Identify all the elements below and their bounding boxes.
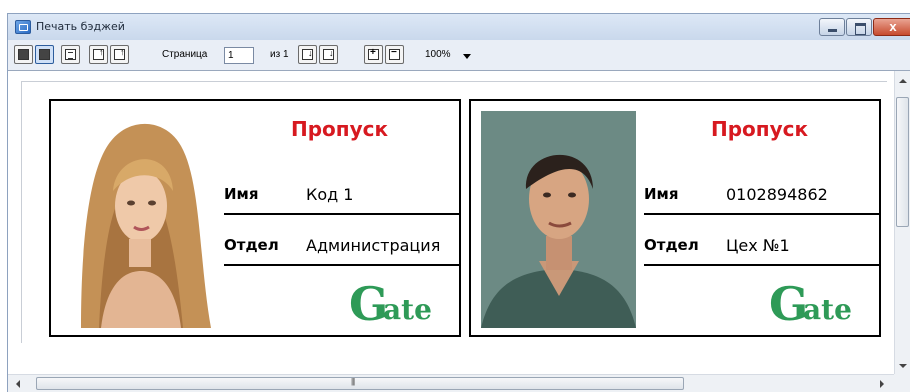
next-page-icon: [302, 48, 313, 60]
vertical-scrollbar[interactable]: [894, 71, 910, 374]
gate-logo: G ate: [349, 277, 461, 333]
logo-text: ate: [803, 293, 852, 326]
print-setup-button[interactable]: [35, 45, 54, 64]
print-badges-window: Печать бэджей x Страница из 1 100%: [7, 13, 910, 392]
printer-setup-icon: [39, 49, 50, 60]
maximize-button[interactable]: [846, 18, 872, 36]
zoom-out-icon: [389, 47, 400, 60]
zoom-in-icon: [368, 47, 379, 60]
name-label: Имя: [224, 185, 259, 203]
badge-title: Пропуск: [711, 117, 809, 141]
minimize-button[interactable]: [819, 18, 845, 36]
scroll-left-icon[interactable]: [16, 380, 20, 388]
vertical-scroll-thumb[interactable]: [896, 97, 909, 227]
zoom-value: 100%: [425, 49, 451, 60]
horizontal-scroll-thumb[interactable]: [36, 377, 684, 390]
page-icon: [65, 49, 76, 60]
first-page-icon: [93, 47, 104, 60]
prev-page-icon: [114, 47, 125, 60]
badge-card: Пропуск Имя 0102894862 Отдел Цех №1 G at…: [469, 99, 881, 337]
badge-card: Пропуск Имя Код 1 Отдел Администрация G …: [49, 99, 461, 337]
page-setup-button[interactable]: [61, 45, 80, 64]
badge-title: Пропуск: [291, 117, 389, 141]
department-value: Администрация: [306, 236, 441, 255]
page-label: Страница: [162, 49, 208, 60]
title-bar: Печать бэджей x: [8, 14, 910, 40]
chevron-down-icon: [463, 54, 471, 59]
divider: [224, 213, 461, 215]
page-number-input[interactable]: [224, 47, 254, 64]
department-label: Отдел: [644, 236, 699, 254]
logo-text: ate: [383, 293, 432, 326]
department-value: Цех №1: [726, 236, 790, 255]
app-icon: [15, 20, 31, 34]
person-photo: [481, 111, 636, 328]
name-value: 0102894862: [726, 185, 828, 204]
last-page-button[interactable]: [319, 45, 338, 64]
scroll-down-icon[interactable]: [899, 364, 907, 368]
toolbar: Страница из 1 100%: [8, 40, 910, 70]
zoom-in-button[interactable]: [364, 45, 383, 64]
last-page-icon: [323, 48, 334, 60]
divider: [644, 213, 881, 215]
preview-area: Пропуск Имя Код 1 Отдел Администрация G …: [8, 70, 910, 374]
zoom-select[interactable]: 100%: [423, 48, 473, 64]
printer-icon: [18, 49, 29, 60]
department-field: Отдел Администрация: [224, 236, 461, 256]
name-field: Имя 0102894862: [644, 185, 881, 205]
window-title: Печать бэджей: [36, 20, 125, 33]
print-page: Пропуск Имя Код 1 Отдел Администрация G …: [21, 81, 887, 343]
zoom-out-button[interactable]: [385, 45, 404, 64]
first-page-button[interactable]: [89, 45, 108, 64]
print-button[interactable]: [14, 45, 33, 64]
close-button[interactable]: x: [873, 18, 910, 36]
department-label: Отдел: [224, 236, 279, 254]
gate-logo: G ate: [769, 277, 881, 333]
scroll-right-icon[interactable]: [880, 380, 884, 388]
name-label: Имя: [644, 185, 679, 203]
scroll-up-icon[interactable]: [899, 79, 907, 83]
person-photo: [61, 111, 216, 328]
divider: [644, 264, 881, 266]
scrollbar-corner: [894, 374, 910, 392]
prev-page-button[interactable]: [110, 45, 129, 64]
page-count-label: из 1: [270, 49, 289, 60]
divider: [224, 264, 461, 266]
name-field: Имя Код 1: [224, 185, 461, 205]
next-page-button[interactable]: [298, 45, 317, 64]
name-value: Код 1: [306, 185, 354, 204]
horizontal-scrollbar[interactable]: [8, 374, 894, 392]
department-field: Отдел Цех №1: [644, 236, 881, 256]
